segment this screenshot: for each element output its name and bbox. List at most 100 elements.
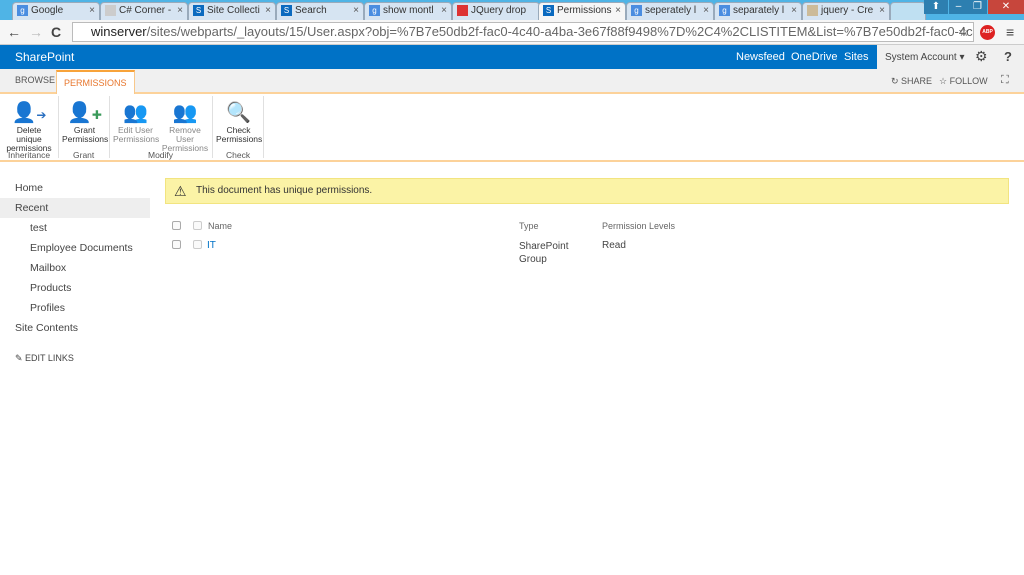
row-name-link[interactable]: IT [207,240,216,251]
help-icon[interactable]: ? [1004,49,1012,64]
close-icon[interactable]: × [703,5,709,16]
header-checkbox[interactable] [193,221,202,230]
browser-tab-bar: g Google × C# Corner - × S Site Collecti × SS… [0,0,1024,20]
star-icon: ☆ [939,76,950,86]
group-modify: Modify [148,150,174,160]
account-area: System Account ▾ ⚙ ? [877,45,1024,69]
group-check: Check [226,150,251,160]
select-all-checkbox[interactable] [172,221,181,230]
nav-site-contents[interactable]: Site Contents [0,318,150,338]
remove-user-permissions-button[interactable]: 👥 Remove User Permissions [160,100,210,153]
google-icon: g [719,5,730,16]
share-button[interactable]: ↻ SHARE [891,76,932,87]
edit-links-button[interactable]: ✎ EDIT LINKS [0,348,150,368]
onedrive-link[interactable]: OneDrive [791,51,837,63]
delete-unique-permissions-button[interactable]: 👤➔ Delete unique permissions [3,100,55,153]
row-select[interactable] [193,240,202,249]
tab-browse[interactable]: BROWSE [15,75,55,85]
column-type[interactable]: Type [519,221,539,231]
maximize-button[interactable]: ❐ [968,0,987,14]
gear-icon[interactable]: ⚙ [975,48,988,65]
newsfeed-link[interactable]: Newsfeed [736,51,785,63]
divider [263,96,264,158]
new-tab-button[interactable] [890,2,926,20]
ribbon: 👤➔ Delete unique permissions 👤✚ Grant Permis… [0,94,1024,162]
browser-tab-active[interactable]: S Permissions × [538,2,626,20]
profile-icon[interactable]: ⬆ [924,0,948,14]
close-icon[interactable]: × [441,5,447,16]
nav-home[interactable]: Home [0,178,150,198]
grant-permissions-button[interactable]: 👤✚ Grant Permissions [62,100,108,144]
close-icon[interactable]: × [353,5,359,16]
user-add-icon: 👤✚ [67,102,102,124]
nav-test[interactable]: test [0,218,150,238]
focus-icon[interactable]: ⛶ [1001,74,1009,87]
suite-bar: SharePoint Newsfeed OneDrive Sites Syste… [0,45,1024,69]
close-icon[interactable]: × [265,5,271,16]
nav-products[interactable]: Products [0,278,150,298]
quick-launch: Home Recent test Employee Documents Mail… [0,178,150,368]
minimize-button[interactable]: – [949,0,968,14]
close-window-button[interactable]: ✕ [988,0,1024,14]
column-permission-levels[interactable]: Permission Levels [602,221,675,231]
group-grant: Grant [73,150,95,160]
address-bar-row: ← → C winserver/sites/webparts/_layouts/… [0,20,1024,45]
sharepoint-brand[interactable]: SharePoint [15,50,74,64]
google-icon: g [631,5,642,16]
ribbon-tabs: BROWSE PERMISSIONS ↻ SHARE ☆ FOLLOW ⛶ [0,69,1024,94]
adblock-icon[interactable]: ABP [980,25,995,40]
sharepoint-icon: S [281,5,292,16]
back-icon[interactable]: ← [7,24,21,40]
unique-permissions-notice: ⚠ This document has unique permissions. [165,178,1009,204]
row-type: SharePoint Group [519,241,569,265]
group-inheritance: Inheritance [8,150,51,160]
user-arrow-icon: 👤➔ [11,102,47,124]
row-checkbox[interactable] [172,240,181,249]
browser-tab[interactable]: JQuery drop [452,2,540,20]
stackoverflow-icon [807,5,818,16]
users-remove-icon: 👥 [172,102,198,124]
browser-tab[interactable]: g separately l × [714,2,802,20]
site-icon [105,5,116,16]
menu-icon[interactable]: ≡ [1006,24,1014,40]
users-edit-icon: 👥 [123,102,148,124]
nav-recent[interactable]: Recent [0,198,150,218]
browser-tab[interactable]: g show montl × [364,2,452,20]
sites-link[interactable]: Sites [844,51,868,63]
browser-tab[interactable]: S Site Collecti × [188,2,276,20]
check-permissions-button[interactable]: 🔍 Check Permissions [216,100,262,144]
nav-mailbox[interactable]: Mailbox [0,258,150,278]
asp-icon [457,5,468,16]
url-input[interactable]: winserver/sites/webparts/_layouts/15/Use… [72,22,974,42]
divider [109,96,110,158]
column-name[interactable]: Name [208,221,232,231]
browser-tab[interactable]: C# Corner - × [100,2,188,20]
close-icon[interactable]: × [177,5,183,16]
account-menu[interactable]: System Account ▾ [885,52,965,63]
nav-employee-documents[interactable]: Employee Documents [0,238,150,258]
nav-profiles[interactable]: Profiles [0,298,150,318]
close-icon[interactable]: × [791,5,797,16]
close-icon[interactable]: × [89,5,95,16]
divider [212,96,213,158]
google-icon: g [369,5,380,16]
sharepoint-icon: S [543,5,554,16]
browser-tab[interactable]: g seperately l × [626,2,714,20]
key-search-icon: 🔍 [226,102,251,124]
share-icon: ↻ [891,76,902,86]
close-icon[interactable]: × [879,5,885,16]
browser-tab[interactable]: g Google × [12,2,100,20]
reload-icon[interactable]: C [51,24,61,40]
browser-tab[interactable]: S Search × [276,2,364,20]
sharepoint-icon: S [193,5,204,16]
star-icon[interactable]: ☆ [958,24,970,40]
close-icon[interactable]: × [615,5,621,16]
row-permission-level: Read [602,240,626,251]
browser-tab[interactable]: jquery - Cre × [802,2,890,20]
warning-icon: ⚠ [174,183,187,199]
follow-button[interactable]: ☆ FOLLOW [939,76,988,87]
tab-permissions[interactable]: PERMISSIONS [56,70,135,94]
edit-user-permissions-button[interactable]: 👥 Edit User Permissions [113,100,159,144]
forward-icon[interactable]: → [29,24,43,40]
divider [58,96,59,158]
